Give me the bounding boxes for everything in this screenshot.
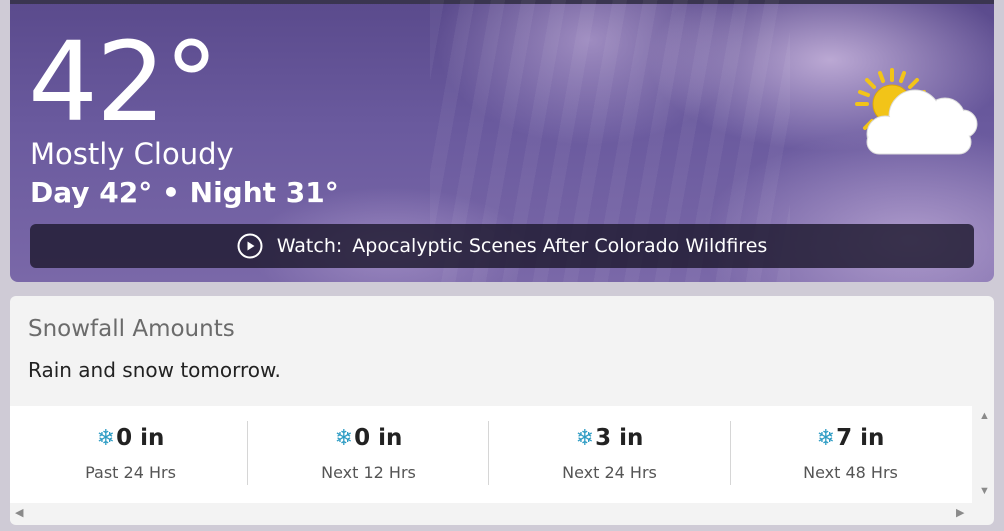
snowflake-icon: ❄ xyxy=(816,425,836,451)
snowfall-amount: 3 in xyxy=(595,425,644,451)
vertical-scrollbar[interactable]: ▲ ▼ xyxy=(974,406,994,503)
day-night-temperatures: Day 42° • Night 31° xyxy=(30,176,339,209)
snowfall-period-next-24: ❄ 3 in Next 24 Hrs xyxy=(489,421,730,489)
scroll-up-icon[interactable]: ▲ xyxy=(979,411,990,422)
scroll-left-icon[interactable]: ◀ xyxy=(15,508,23,519)
play-circle-icon xyxy=(237,233,263,259)
horizontal-scrollbar[interactable]: ◀ ▶ xyxy=(10,504,974,524)
watch-headline: Apocalyptic Scenes After Colorado Wildfi… xyxy=(352,235,768,257)
snowfall-title: Snowfall Amounts xyxy=(28,316,235,342)
watch-video-link[interactable]: Watch: Apocalyptic Scenes After Colorado… xyxy=(30,224,974,268)
snowfall-period-label: Next 24 Hrs xyxy=(562,463,657,482)
snowflake-icon: ❄ xyxy=(575,425,595,451)
snowfall-period-label: Past 24 Hrs xyxy=(85,463,176,482)
snowfall-period-label: Next 12 Hrs xyxy=(321,463,416,482)
weather-hero: 42° Mostly Cloudy Day 42° • Night 31° Wa… xyxy=(10,0,994,282)
current-temperature: 42° xyxy=(28,18,219,146)
partly-cloudy-sun-icon xyxy=(855,68,978,155)
snowfall-periods: ❄ 0 in Past 24 Hrs ❄ 0 in Next 12 Hrs ❄ 3 i… xyxy=(10,406,972,503)
snowfall-amount: 7 in xyxy=(836,425,885,451)
snowfall-card: Snowfall Amounts Rain and snow tomorrow.… xyxy=(10,296,994,525)
scroll-down-icon[interactable]: ▼ xyxy=(979,486,990,497)
current-condition: Mostly Cloudy xyxy=(30,137,234,171)
snowfall-period-next-48: ❄ 7 in Next 48 Hrs xyxy=(730,421,971,489)
watch-prefix: Watch: xyxy=(276,235,343,257)
scroll-right-icon[interactable]: ▶ xyxy=(956,508,964,519)
snowfall-summary: Rain and snow tomorrow. xyxy=(28,358,281,382)
snowflake-icon: ❄ xyxy=(96,425,116,451)
snowfall-period-next-12: ❄ 0 in Next 12 Hrs xyxy=(248,421,489,489)
snowflake-icon: ❄ xyxy=(334,425,354,451)
snowfall-amount: 0 in xyxy=(116,425,165,451)
snowfall-period-label: Next 48 Hrs xyxy=(803,463,898,482)
snowfall-period-past-24: ❄ 0 in Past 24 Hrs xyxy=(10,421,251,489)
snowfall-amount: 0 in xyxy=(354,425,403,451)
